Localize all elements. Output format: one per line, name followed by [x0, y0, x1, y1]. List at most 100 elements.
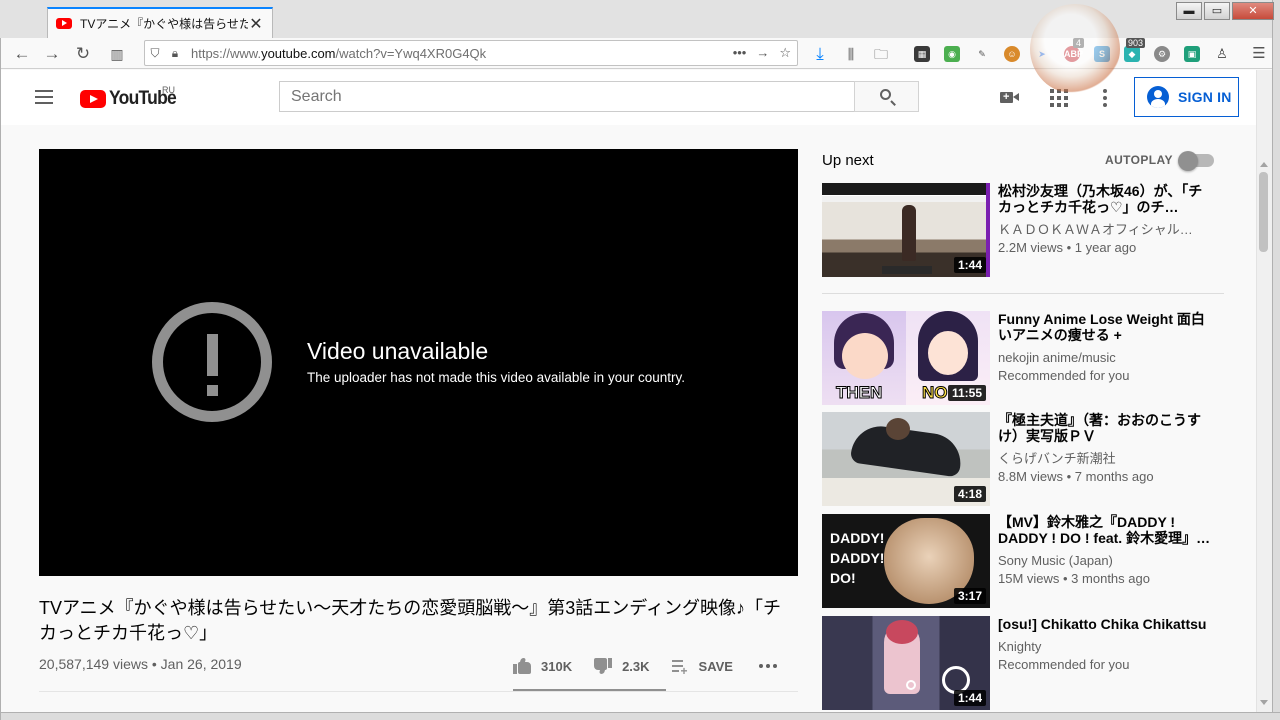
lock-icon[interactable]: 🔒︎: [165, 46, 185, 61]
window-border: [0, 712, 1280, 720]
tracking-shield-icon[interactable]: ⛉: [145, 46, 165, 61]
monkey-extension-icon[interactable]: ☺: [1004, 46, 1020, 62]
save-label: SAVE: [698, 658, 733, 674]
recommendation-meta: 2.2M views • 1 year ago: [998, 240, 1137, 255]
thumbnail-text: DADDY! DADDY! DO!: [830, 530, 885, 586]
library-icon[interactable]: ⫼: [840, 43, 862, 65]
go-arrow-icon[interactable]: →: [756, 45, 769, 61]
recommendation-meta: Recommended for you: [998, 368, 1130, 383]
sidebar-toggle-icon[interactable]: ▥: [106, 43, 128, 65]
add-to-playlist-icon: +: [671, 660, 689, 677]
duration-badge: 3:17: [953, 588, 986, 604]
back-arrow-icon[interactable]: ←: [11, 43, 33, 65]
channel-name[interactable]: Sony Music (Japan): [998, 552, 1212, 570]
divider: [822, 293, 1224, 294]
recommendation-title[interactable]: 松村沙友理（乃木坂46）が、「チカっとチカ千花っ♡」のチ…: [998, 183, 1212, 215]
window-close-button[interactable]: ✕: [1232, 2, 1274, 20]
url-text[interactable]: https://www.youtube.com/watch?v=Ywq4XR0G…: [191, 46, 733, 61]
bookmark-star-icon[interactable]: ☆: [779, 45, 791, 61]
duration-badge: 1:44: [953, 257, 986, 273]
counter-badge: 903: [1126, 38, 1146, 48]
thumbs-down-icon: [594, 658, 612, 674]
autoplay-toggle-knob[interactable]: [1178, 151, 1198, 171]
recommendation-meta: Recommended for you: [998, 657, 1130, 672]
scrollbar-thumb[interactable]: [1259, 172, 1268, 252]
reload-icon[interactable]: ↻: [72, 43, 94, 65]
search-button[interactable]: [854, 81, 919, 112]
gear-extension-icon[interactable]: ⚙: [1154, 46, 1170, 62]
thumbnail-text: THEN: [835, 383, 883, 403]
camera-extension-icon[interactable]: ◉: [944, 46, 960, 62]
save-extension-icon[interactable]: ▣: [1184, 46, 1200, 62]
divider: [39, 691, 798, 692]
counter-extension-icon[interactable]: ◆: [1124, 46, 1140, 62]
forward-arrow-icon[interactable]: →: [41, 43, 63, 65]
duration-badge: 4:18: [953, 486, 986, 502]
youtube-play-logo-icon: [80, 90, 106, 108]
youtube-logo[interactable]: YouTube RU: [80, 85, 182, 110]
recommendation-meta: 8.8M views • 7 months ago: [998, 469, 1154, 484]
settings-kebab-icon[interactable]: [1103, 88, 1107, 108]
eyedropper-icon[interactable]: ✎: [974, 46, 990, 62]
sign-in-button[interactable]: SIGN IN: [1134, 77, 1239, 117]
video-thumbnail[interactable]: DADDY! DADDY! DO! 3:17: [822, 514, 990, 608]
upload-date: Jan 26, 2019: [160, 656, 242, 672]
recommendation-item[interactable]: THEN NO 11:55 Funny Anime Lose Weight 面白…: [822, 311, 1224, 405]
error-title: Video unavailable: [307, 338, 489, 364]
channel-name[interactable]: nekojin anime/music: [998, 349, 1212, 367]
view-count: 20,587,149 views: [39, 656, 148, 672]
duration-badge: 11:55: [947, 385, 986, 401]
folder-icon[interactable]: 🗀︎: [870, 43, 892, 65]
minimize-button[interactable]: ▬: [1176, 2, 1202, 20]
address-bar[interactable]: ⛉ 🔒︎ https://www.youtube.com/watch?v=Ywq…: [144, 40, 798, 66]
dislike-button[interactable]: 2.3K: [594, 658, 650, 674]
like-button[interactable]: 310K: [513, 658, 572, 674]
error-message: The uploader has not made this video ava…: [307, 370, 685, 385]
recommendation-item[interactable]: 4:18 『極主夫道』（著：おおのこうすけ）実写版ＰＶ くらげバンチ新潮社 8.…: [822, 412, 1224, 506]
video-thumbnail[interactable]: 1:44: [822, 616, 990, 710]
error-exclamation-icon: [152, 302, 272, 422]
qr-extension-icon[interactable]: ▦: [914, 46, 930, 62]
menu-icon[interactable]: ☰: [1248, 43, 1270, 65]
autoplay-label: AUTOPLAY: [1105, 153, 1173, 167]
search-input[interactable]: [279, 81, 855, 112]
recommendation-item[interactable]: DADDY! DADDY! DO! 3:17 【MV】鈴木雅之『DADDY ! …: [822, 514, 1224, 608]
guide-menu-icon[interactable]: [35, 90, 53, 104]
downloads-icon[interactable]: ⤓: [809, 43, 831, 65]
thumbs-up-icon: [513, 658, 531, 674]
window-controls: ▬ ▭ ✕: [1176, 2, 1274, 20]
video-thumbnail[interactable]: THEN NO 11:55: [822, 311, 990, 405]
tab-title: TVアニメ『かぐや様は告らせた: [80, 17, 248, 31]
recommendation-title[interactable]: 【MV】鈴木雅之『DADDY ! DADDY ! DO ! feat. 鈴木愛理…: [998, 514, 1212, 546]
country-code: RU: [162, 85, 175, 95]
more-actions-icon[interactable]: [758, 664, 777, 668]
video-title: TVアニメ『かぐや様は告らせたい～天才たちの恋愛頭脳戦～』第3話エンディング映像…: [39, 598, 782, 643]
tab-close-icon[interactable]: ✕: [248, 14, 264, 34]
video-meta: 20,587,149 views • Jan 26, 2019: [39, 656, 242, 672]
create-video-icon[interactable]: +: [1000, 88, 1020, 108]
video-actions: 310K 2.3K + SAVE: [513, 646, 777, 686]
save-button[interactable]: + SAVE: [671, 658, 733, 677]
video-thumbnail[interactable]: 1:44: [822, 183, 990, 277]
window-border: [1272, 0, 1280, 720]
window-border: [0, 38, 1, 720]
recommendation-title[interactable]: 『極主夫道』（著：おおのこうすけ）実写版ＰＶ: [998, 412, 1212, 444]
video-thumbnail[interactable]: 4:18: [822, 412, 990, 506]
account-circle-icon: [1147, 86, 1169, 108]
recommendation-title[interactable]: [osu!] Chikatto Chika Chikattsu: [998, 616, 1212, 632]
page-actions-icon[interactable]: •••: [733, 45, 747, 61]
browser-tab-active[interactable]: TVアニメ『かぐや様は告らせた ✕: [47, 7, 273, 38]
channel-name[interactable]: Knighty: [998, 638, 1212, 656]
scroll-up-arrow-icon[interactable]: [1260, 162, 1268, 167]
recommendation-item[interactable]: 1:44 松村沙友理（乃木坂46）が、「チカっとチカ千花っ♡」のチ… ＫＡＤＯＫ…: [822, 183, 1224, 277]
recommendation-item[interactable]: 1:44 [osu!] Chikatto Chika Chikattsu Kni…: [822, 616, 1224, 710]
channel-name[interactable]: ＫＡＤＯＫＡＷＡオフィシャル…: [998, 221, 1212, 239]
scroll-down-arrow-icon[interactable]: [1260, 700, 1268, 705]
channel-name[interactable]: くらげバンチ新潮社: [998, 450, 1212, 468]
account-extension-icon[interactable]: ♙: [1214, 46, 1230, 62]
recommendation-title[interactable]: Funny Anime Lose Weight 面白いアニメの痩せる +: [998, 311, 1212, 343]
maximize-button[interactable]: ▭: [1204, 2, 1230, 20]
video-player[interactable]: Video unavailable The uploader has not m…: [39, 149, 798, 576]
youtube-favicon-icon: [56, 18, 72, 29]
search-icon: [880, 89, 891, 100]
